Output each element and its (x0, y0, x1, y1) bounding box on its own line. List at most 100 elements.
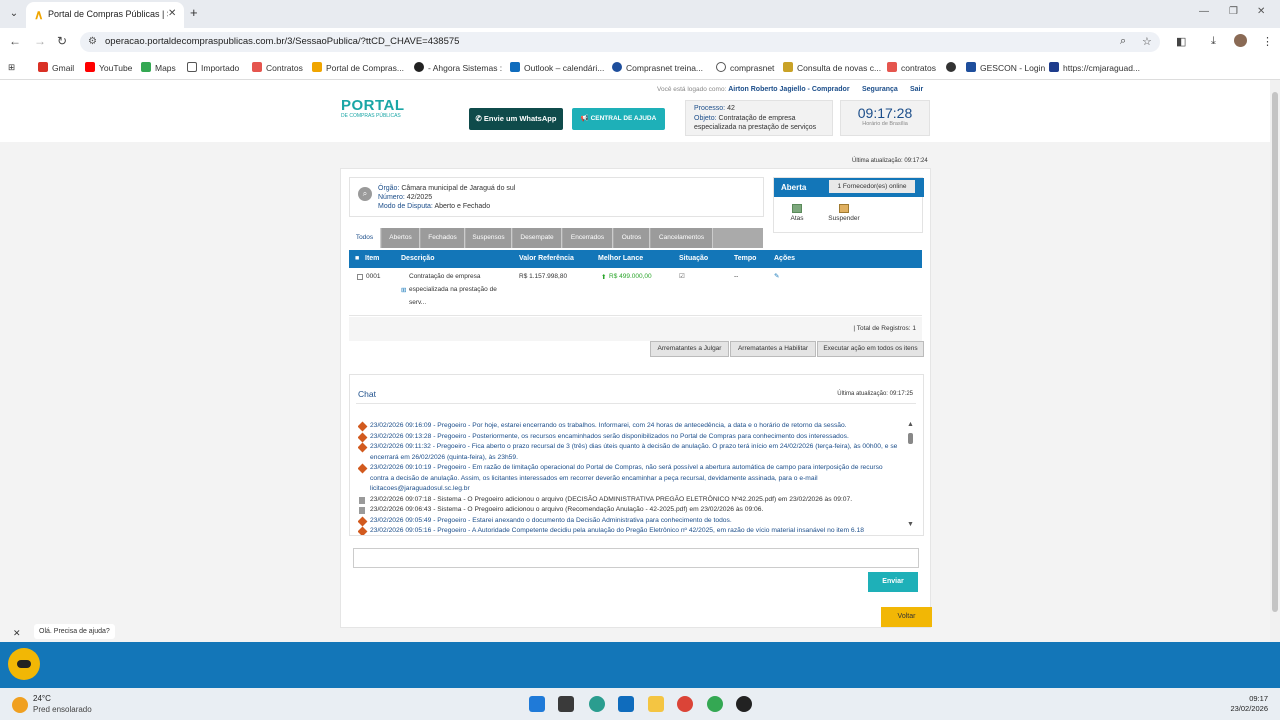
tab-fechados[interactable]: Fechados (421, 228, 465, 248)
process-info: Processo: 42 Objeto: Contratação de empr… (685, 100, 833, 136)
arrematantes-habilitar-button[interactable]: Arrematantes a Habilitar (730, 341, 816, 357)
chat-message: 23/02/2026 09:07:18 - Sistema - O Pregoe… (358, 495, 898, 506)
menu-icon[interactable]: ⋮ (1262, 35, 1273, 48)
gavel-icon (358, 463, 368, 474)
central-ajuda-button[interactable]: 📢 CENTRAL DE AJUDA (572, 108, 665, 130)
chat-scrollbar[interactable]: ▲ ▼ (906, 421, 916, 531)
scroll-up-icon[interactable]: ▲ (907, 421, 914, 428)
suspender-button[interactable]: Suspender (824, 204, 864, 222)
bookmark-comprasnet[interactable]: comprasnet (716, 62, 774, 73)
store-icon[interactable] (618, 696, 634, 712)
bookmark-outlook[interactable]: Outlook – calendári... (510, 62, 604, 73)
close-window-icon[interactable]: ✕ (1257, 6, 1265, 17)
chat-message-input[interactable] (353, 548, 919, 568)
bookmark-youtube[interactable]: YouTube (85, 62, 132, 73)
suspender-icon (839, 204, 849, 213)
profile-avatar[interactable] (1234, 34, 1247, 47)
tab-desempate[interactable]: Desempate (513, 228, 562, 248)
expand-icon[interactable]: ⊞ (401, 286, 406, 294)
chat-message: 23/02/2026 09:05:49 - Pregoeiro - Estare… (358, 516, 898, 527)
atas-button[interactable]: Atas (777, 204, 817, 222)
row-checkbox[interactable] (357, 274, 363, 280)
tab-abertos[interactable]: Abertos (382, 228, 420, 248)
system-clock[interactable]: 09:17 23/02/2026 (1220, 694, 1268, 714)
back-icon[interactable]: ← (9, 34, 21, 48)
arrematantes-julgar-button[interactable]: Arrematantes a Julgar (650, 341, 729, 357)
extensions-icon[interactable]: ◧ (1176, 35, 1186, 48)
address-bar[interactable]: ⚙ operacao.portaldecompraspublicas.com.b… (80, 32, 1160, 52)
close-tab-icon[interactable]: ✕ (168, 8, 176, 19)
close-help-icon[interactable]: ✕ (13, 628, 21, 639)
page-scroll-thumb[interactable] (1272, 92, 1278, 612)
bookmark-importado[interactable]: Importado (187, 62, 239, 73)
windows-start-icon[interactable] (529, 696, 545, 712)
minimize-icon[interactable]: — (1199, 6, 1209, 17)
bookmark-contratos-2[interactable]: contratos (887, 62, 936, 73)
task-view-icon[interactable] (558, 696, 574, 712)
scroll-down-icon[interactable]: ▼ (907, 521, 914, 528)
forward-icon[interactable]: → (34, 34, 46, 48)
bookmark-maps[interactable]: Maps (141, 62, 176, 73)
gavel-icon (358, 432, 368, 442)
globe-icon (946, 62, 956, 72)
app-icon[interactable] (736, 696, 752, 712)
gavel-icon (358, 516, 368, 526)
gavel-icon (358, 421, 368, 432)
site-info-icon[interactable]: ⚙ (88, 36, 97, 47)
sair-link[interactable]: Sair (910, 86, 923, 93)
gavel-icon (358, 442, 368, 453)
chatbot-button[interactable] (8, 648, 40, 680)
site-header: PORTAL DE COMPRAS PÚBLICAS Você está loga… (0, 80, 1270, 142)
chat-last-update: Última atualização: 09:17:25 (837, 391, 913, 397)
bookmark-portal[interactable]: Portal de Compras... (312, 62, 404, 73)
select-all-checkbox[interactable]: ■ (355, 255, 359, 262)
file-explorer-icon[interactable] (648, 696, 664, 712)
tab-search-icon[interactable]: ⌄ (6, 6, 22, 22)
acoes-edit-icon[interactable]: ✎ (774, 272, 779, 280)
chrome-profile-icon[interactable] (707, 696, 723, 712)
gmail-icon (38, 62, 48, 72)
brasilia-clock: 09:17:28 Horário de Brasília (840, 100, 930, 136)
bookmark-gescon[interactable]: GESCON - Login (966, 62, 1045, 73)
tab-todos[interactable]: Todos (349, 228, 381, 248)
bookmark-ahgora[interactable]: - Ahgora Sistemas : (414, 62, 502, 73)
url-text[interactable]: operacao.portaldecompraspublicas.com.br/… (105, 36, 459, 47)
new-tab-icon[interactable]: + (190, 5, 198, 20)
bookmark-globe[interactable] (946, 62, 960, 73)
chat-message: 23/02/2026 09:05:16 - Pregoeiro - A Auto… (358, 526, 898, 535)
scroll-thumb[interactable] (908, 433, 913, 444)
tab-outros[interactable]: Outros (614, 228, 650, 248)
page-scrollbar[interactable] (1270, 80, 1280, 642)
restore-icon[interactable]: ❐ (1229, 6, 1238, 17)
seguranca-link[interactable]: Segurança (862, 86, 898, 93)
download-icon[interactable]: ⤓ (1211, 35, 1216, 48)
user-name[interactable]: Airton Roberto Jagiello - Comprador (728, 86, 849, 93)
bookmark-gmail[interactable]: Gmail (38, 62, 74, 73)
status-badge: Aberta (781, 183, 807, 192)
bookmark-cmjaragua[interactable]: https://cmjaraguad... (1049, 62, 1140, 73)
bookmark-contratos[interactable]: Contratos (252, 62, 303, 73)
voltar-button[interactable]: Voltar (881, 607, 932, 627)
bookmark-comprasnet-treina[interactable]: Comprasnet treina... (612, 62, 703, 73)
tab-cancelamentos[interactable]: Cancelamentos (651, 228, 713, 248)
edge-icon[interactable] (589, 696, 605, 712)
reload-icon[interactable]: ↻ (57, 34, 67, 48)
zoom-icon[interactable]: ⌕ (1120, 35, 1126, 48)
footer-band (0, 642, 1280, 688)
bookmark-consulta[interactable]: Consulta de novas c... (783, 62, 881, 73)
tab-encerrados[interactable]: Encerrados (563, 228, 613, 248)
taskbar (0, 688, 1280, 720)
apps-grid-icon[interactable]: ⊞ (8, 62, 15, 73)
portal-logo[interactable]: PORTAL DE COMPRAS PÚBLICAS (341, 97, 405, 119)
bookmark-star-icon[interactable]: ☆ (1142, 35, 1152, 48)
chat-message: 23/02/2026 09:10:19 - Pregoeiro - Em raz… (358, 463, 898, 495)
enviar-button[interactable]: Enviar (868, 572, 918, 592)
tab-suspensos[interactable]: Suspensos (466, 228, 512, 248)
browser-tab[interactable]: ∧ Portal de Compras Públicas | Se ✕ (26, 2, 184, 28)
comprasnet-icon (612, 62, 622, 72)
table-row[interactable]: 0001 Contratação de empresa ⊞ especializ… (349, 268, 922, 316)
whatsapp-button[interactable]: ✆ Envie um WhatsApp (469, 108, 563, 130)
session-status: Aberta 1 Fornecedor(es) online Atas Susp… (773, 177, 924, 233)
executar-acao-button[interactable]: Executar ação em todos os itens (817, 341, 924, 357)
chrome-icon[interactable] (677, 696, 693, 712)
